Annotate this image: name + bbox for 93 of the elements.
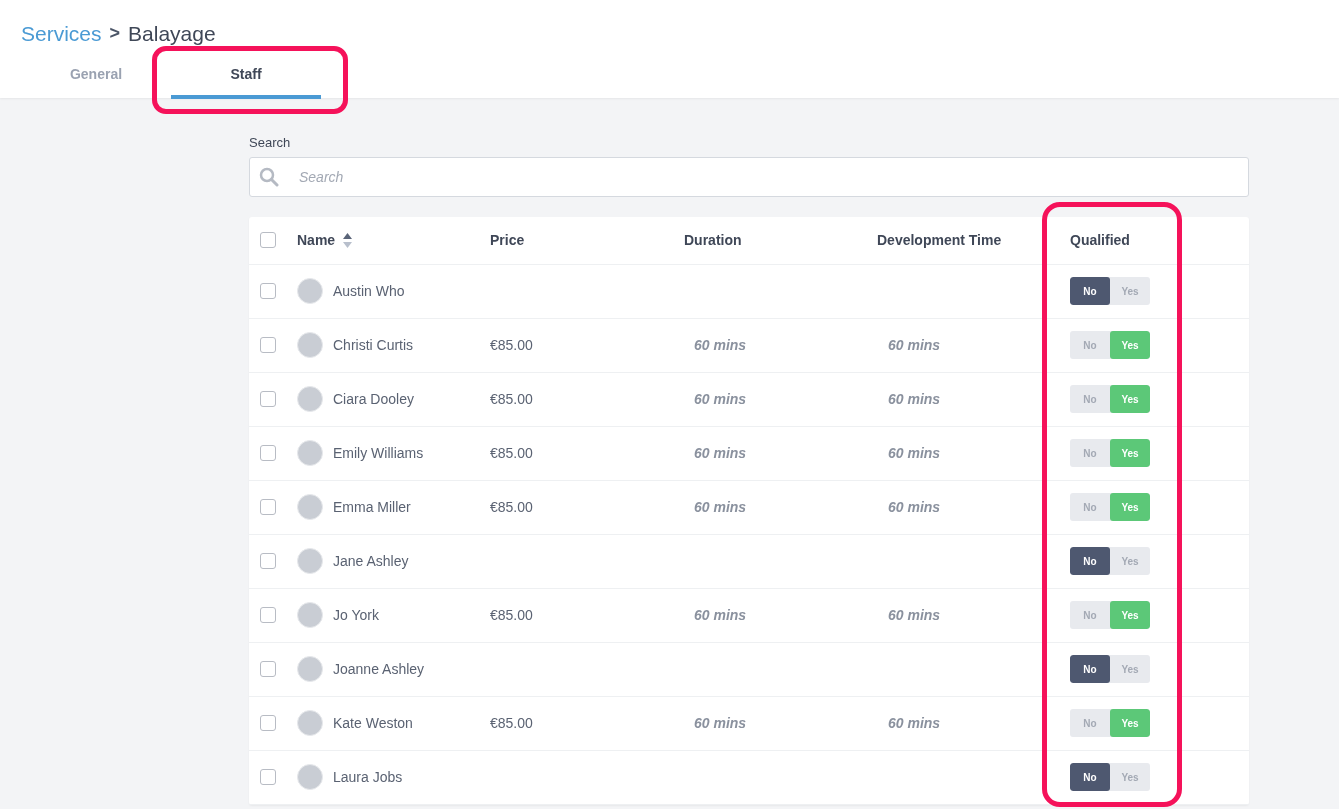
avatar [297,602,323,628]
staff-name: Emily Williams [333,443,424,463]
qualified-toggle[interactable]: No Yes [1070,601,1150,629]
tab[interactable]: General [36,61,156,99]
checkbox[interactable] [260,391,276,407]
search-icon [259,166,279,187]
duration: 60 mins [694,498,747,515]
price: €85.00 [490,606,533,623]
avatar [297,440,323,466]
development-time: 60 mins [888,444,941,461]
column-header: Qualified [1070,230,1130,250]
column-header: Price [490,230,526,250]
development-time: 60 mins [888,336,941,353]
staff-name: Joanne Ashley [333,659,425,679]
toggle-option[interactable]: Yes [1110,655,1150,683]
checkbox[interactable] [260,661,276,677]
tab[interactable]: Staff [171,61,321,99]
avatar [297,332,323,358]
qualified-toggle[interactable]: No Yes [1070,709,1150,737]
toggle-option[interactable]: Yes [1110,439,1150,467]
qualified-toggle[interactable]: No Yes [1070,493,1150,521]
avatar [297,386,323,412]
checkbox[interactable] [260,499,276,515]
sort-icon[interactable] [343,232,353,248]
toggle-option[interactable]: Yes [1110,493,1150,521]
duration: 60 mins [694,444,747,461]
checkbox[interactable] [260,715,276,731]
development-time: 60 mins [888,498,941,515]
price: €85.00 [490,498,533,515]
development-time: 60 mins [888,390,941,407]
duration: 60 mins [694,390,747,407]
avatar [297,710,323,736]
toggle-option[interactable]: No [1070,385,1110,413]
checkbox[interactable] [260,769,276,785]
duration: 60 mins [694,714,747,731]
breadcrumb-separator: > [109,22,121,46]
toggle-option[interactable]: Yes [1110,709,1150,737]
toggle-option[interactable]: No [1070,493,1110,521]
avatar [297,494,323,520]
toggle-option[interactable]: No [1070,547,1110,575]
toggle-option[interactable]: Yes [1110,277,1150,305]
toggle-option[interactable]: Yes [1110,385,1150,413]
qualified-toggle[interactable]: No Yes [1070,547,1150,575]
avatar [297,764,323,790]
page-title: Balayage [128,21,216,47]
qualified-toggle[interactable]: No Yes [1070,385,1150,413]
toggle-option[interactable]: No [1070,439,1110,467]
duration: 60 mins [694,606,747,623]
price: €85.00 [490,714,533,731]
staff-name: Jane Ashley [333,551,409,571]
duration: 60 mins [694,336,747,353]
staff-name: Ciara Dooley [333,389,414,409]
toggle-option[interactable]: No [1070,763,1110,791]
price: €85.00 [490,444,533,461]
toggle-option[interactable]: No [1070,331,1110,359]
column-header[interactable]: Name [297,229,336,251]
qualified-toggle[interactable]: No Yes [1070,331,1150,359]
staff-name: Laura Jobs [333,767,403,787]
qualified-toggle[interactable]: No Yes [1070,763,1150,791]
checkbox[interactable] [260,607,276,623]
column-header: Development Time [877,230,1003,250]
price: €85.00 [490,390,533,407]
development-time: 60 mins [888,606,941,623]
toggle-option[interactable]: No [1070,601,1110,629]
qualified-toggle[interactable]: No Yes [1070,439,1150,467]
toggle-option[interactable]: No [1070,277,1110,305]
staff-name: Jo York [333,605,379,625]
checkbox[interactable] [260,283,276,299]
toggle-option[interactable]: Yes [1110,763,1150,791]
staff-name: Kate Weston [333,713,413,733]
search-field[interactable]: Search [249,156,1249,197]
toggle-option[interactable]: No [1070,655,1110,683]
qualified-toggle[interactable]: No Yes [1070,277,1150,305]
search-label: Search [249,134,292,152]
development-time: 60 mins [888,714,941,731]
toggle-option[interactable]: Yes [1110,547,1150,575]
qualified-toggle[interactable]: No Yes [1070,655,1150,683]
checkbox[interactable] [260,553,276,569]
checkbox[interactable] [260,232,276,248]
breadcrumb-link[interactable]: Services [21,18,102,50]
avatar [297,548,323,574]
staff-name: Austin Who [333,281,405,301]
staff-name: Emma Miller [333,497,411,517]
price: €85.00 [490,336,533,353]
toggle-option[interactable]: Yes [1110,601,1150,629]
staff-name: Christi Curtis [333,335,414,355]
column-header: Duration [684,230,743,250]
checkbox[interactable] [260,337,276,353]
toggle-option[interactable]: No [1070,709,1110,737]
avatar [297,656,323,682]
avatar [297,278,323,304]
checkbox[interactable] [260,445,276,461]
toggle-option[interactable]: Yes [1110,331,1150,359]
